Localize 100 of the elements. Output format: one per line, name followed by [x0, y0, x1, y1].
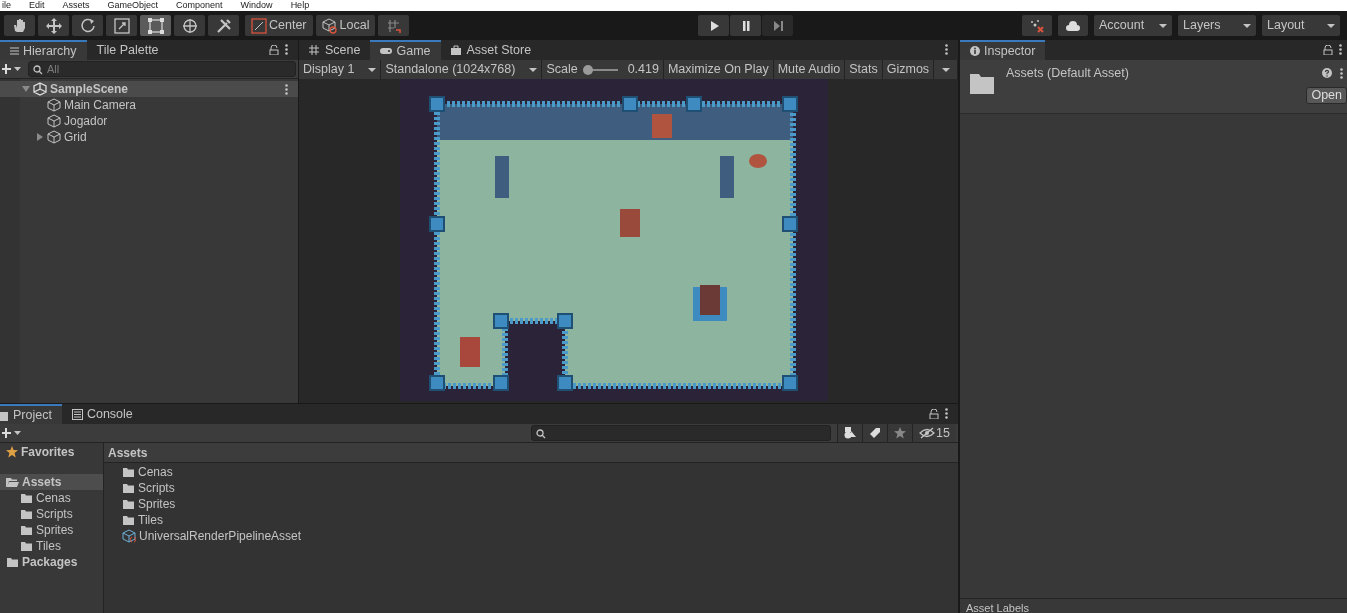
- step-icon: [771, 19, 784, 32]
- search-field[interactable]: All: [28, 61, 296, 77]
- grid-snap-icon: [385, 17, 402, 34]
- panel-tab[interactable]: Game: [370, 40, 441, 60]
- eye-hidden-icon: [919, 427, 936, 439]
- list-icon: [10, 47, 19, 55]
- panel-tab[interactable]: Hierarchy: [0, 40, 87, 60]
- panel-tab[interactable]: Tile Palette: [86, 40, 169, 60]
- project-tree-item[interactable]: Assets: [0, 474, 103, 490]
- more-menu-icon[interactable]: [285, 44, 288, 55]
- move-arrows-icon: [44, 16, 63, 35]
- toggle-button[interactable]: Maximize On Play: [663, 60, 774, 79]
- dropdown-arrow-icon: [529, 67, 538, 72]
- project-asset-item[interactable]: Scripts: [122, 480, 958, 496]
- project-asset-item[interactable]: Cenas: [122, 464, 958, 480]
- project-asset-item[interactable]: UniversalRenderPipelineAsset: [122, 528, 958, 544]
- star-icon: [894, 427, 907, 439]
- more-menu-icon[interactable]: [945, 408, 948, 419]
- shopping-bag-icon: [450, 45, 463, 55]
- panel-tab[interactable]: Scene: [299, 40, 371, 60]
- project-asset-item[interactable]: Tiles: [122, 512, 958, 528]
- filter-type-button[interactable]: [837, 424, 863, 442]
- rect-tool-icon: [146, 16, 165, 35]
- tool-button[interactable]: [4, 15, 35, 36]
- more-menu-icon[interactable]: [945, 44, 948, 55]
- section-header: Asset Labels: [966, 602, 1029, 613]
- dropdown-arrow-icon: [1327, 23, 1335, 28]
- collapsed-arrow-icon[interactable]: [36, 133, 44, 141]
- lock-icon[interactable]: [1323, 45, 1333, 55]
- scale-icon: [112, 16, 131, 35]
- panel-tab[interactable]: Console: [61, 404, 143, 424]
- help-icon[interactable]: [1322, 68, 1332, 79]
- project-tree-item[interactable]: Cenas: [0, 490, 103, 506]
- filter-label-button[interactable]: [862, 424, 888, 442]
- tool-button[interactable]: [208, 15, 239, 36]
- panel-tab[interactable]: Inspector: [960, 40, 1046, 60]
- tool-button[interactable]: [72, 15, 103, 36]
- project-tree-item[interactable]: Favorites: [0, 444, 103, 460]
- cloud-button[interactable]: [1058, 15, 1088, 36]
- project-tree-item[interactable]: Scripts: [0, 506, 103, 522]
- breadcrumb[interactable]: Assets: [104, 443, 958, 463]
- dropdown-button[interactable]: Layout: [1262, 15, 1340, 36]
- toggle-button[interactable]: Mute Audio: [773, 60, 846, 79]
- project-tree-item[interactable]: Tiles: [0, 538, 103, 554]
- toggle-button[interactable]: Stats: [845, 60, 883, 79]
- more-menu-icon[interactable]: [1339, 44, 1342, 55]
- add-dropdown-icon[interactable]: [2, 64, 22, 74]
- menu-item[interactable]: Window: [240, 0, 273, 11]
- open-button[interactable]: Open: [1306, 86, 1347, 104]
- gizmos-dropdown[interactable]: [934, 60, 958, 79]
- more-menu-icon[interactable]: [1340, 67, 1343, 79]
- asset-title: Assets (Default Asset): [1006, 65, 1130, 82]
- menu-item[interactable]: ile: [2, 0, 11, 11]
- project-tree-item[interactable]: Sprites: [0, 522, 103, 538]
- tool-button[interactable]: [38, 15, 69, 36]
- dropdown-button[interactable]: Layers: [1178, 15, 1256, 36]
- project-asset-item[interactable]: Sprites: [122, 496, 958, 512]
- search-icon: [33, 65, 43, 75]
- folder-icon: [122, 498, 135, 510]
- lock-icon[interactable]: [269, 45, 279, 55]
- hierarchy-item[interactable]: Jogador: [0, 113, 298, 129]
- hierarchy-item[interactable]: Main Camera: [0, 97, 298, 113]
- step-button[interactable]: [762, 15, 794, 36]
- hierarchy-item[interactable]: SampleScene: [0, 81, 298, 97]
- slider-thumb[interactable]: [582, 64, 593, 75]
- hidden-packages-button[interactable]: 15: [912, 424, 956, 442]
- toggle-button[interactable]: Gizmos: [882, 60, 935, 79]
- collab-button[interactable]: [1022, 15, 1052, 36]
- cube-icon: [321, 17, 338, 34]
- more-menu-icon[interactable]: [285, 83, 288, 95]
- menu-item[interactable]: GameObject: [107, 0, 159, 11]
- tool-button[interactable]: [106, 15, 137, 36]
- lock-icon[interactable]: [929, 409, 939, 419]
- search-field[interactable]: [531, 425, 832, 441]
- dropdown-arrow-icon: [368, 67, 377, 72]
- dropdown-button[interactable]: Account: [1094, 15, 1172, 36]
- pivot-button[interactable]: Center: [245, 15, 313, 36]
- panel-tab[interactable]: Asset Store: [440, 40, 542, 60]
- grid-snap-button[interactable]: [378, 15, 410, 36]
- menu-item[interactable]: Help: [290, 0, 310, 11]
- display-dropdown[interactable]: Display 1: [299, 60, 382, 79]
- pause-button[interactable]: [730, 15, 762, 36]
- project-tree-item[interactable]: Packages: [0, 554, 103, 570]
- tool-button[interactable]: [140, 15, 171, 36]
- panel-tab[interactable]: Project: [0, 404, 62, 424]
- cloud-icon: [1066, 20, 1080, 31]
- play-button[interactable]: [698, 15, 730, 36]
- add-dropdown-icon[interactable]: [2, 428, 22, 438]
- expanded-arrow-icon[interactable]: [22, 85, 30, 93]
- menu-item[interactable]: Assets: [62, 0, 90, 11]
- menu-item[interactable]: Edit: [29, 0, 45, 11]
- menu-item[interactable]: Component: [176, 0, 223, 11]
- pivot-icon: [251, 17, 267, 34]
- folder-icon: [122, 514, 135, 526]
- hierarchy-item[interactable]: Grid: [0, 129, 298, 145]
- space-button[interactable]: Local: [315, 15, 376, 36]
- sparkle-error-icon: [1030, 18, 1044, 33]
- favorite-button[interactable]: [887, 424, 913, 442]
- tool-button[interactable]: [174, 15, 205, 36]
- resolution-dropdown[interactable]: Standalone (1024x768): [381, 60, 543, 79]
